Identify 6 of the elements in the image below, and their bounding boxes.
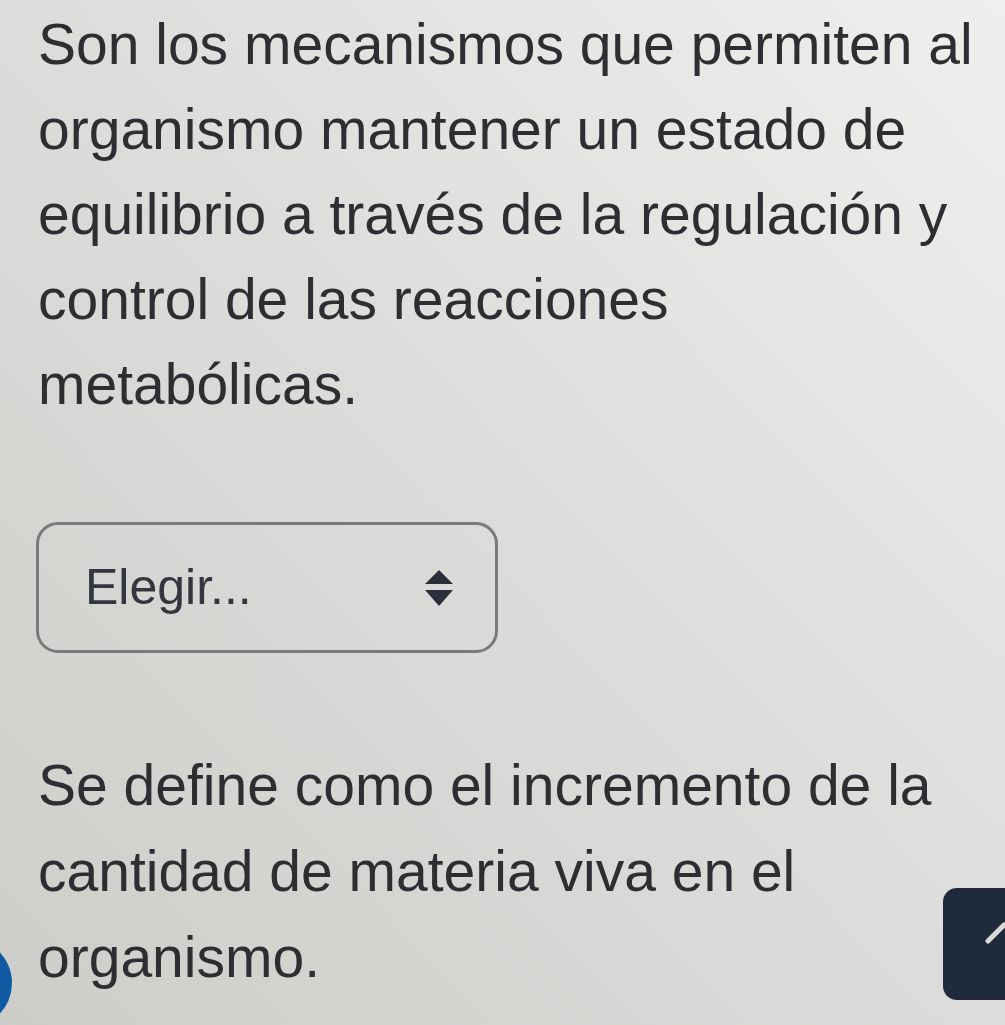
question-text: Son los mecanismos que permiten al organismo mantener un estado de equilibrio a través de la regulación y control de las reacciones metabólicas. xyxy=(38,11,974,418)
question-text: Se define como el incremento de la cantidad de materia viva en el organismo. xyxy=(38,752,933,991)
chevron-up-icon xyxy=(985,922,1005,944)
scroll-top-button[interactable] xyxy=(943,888,1005,1000)
sort-arrows-icon xyxy=(425,569,453,606)
answer-select[interactable]: Elegir... xyxy=(36,522,498,653)
